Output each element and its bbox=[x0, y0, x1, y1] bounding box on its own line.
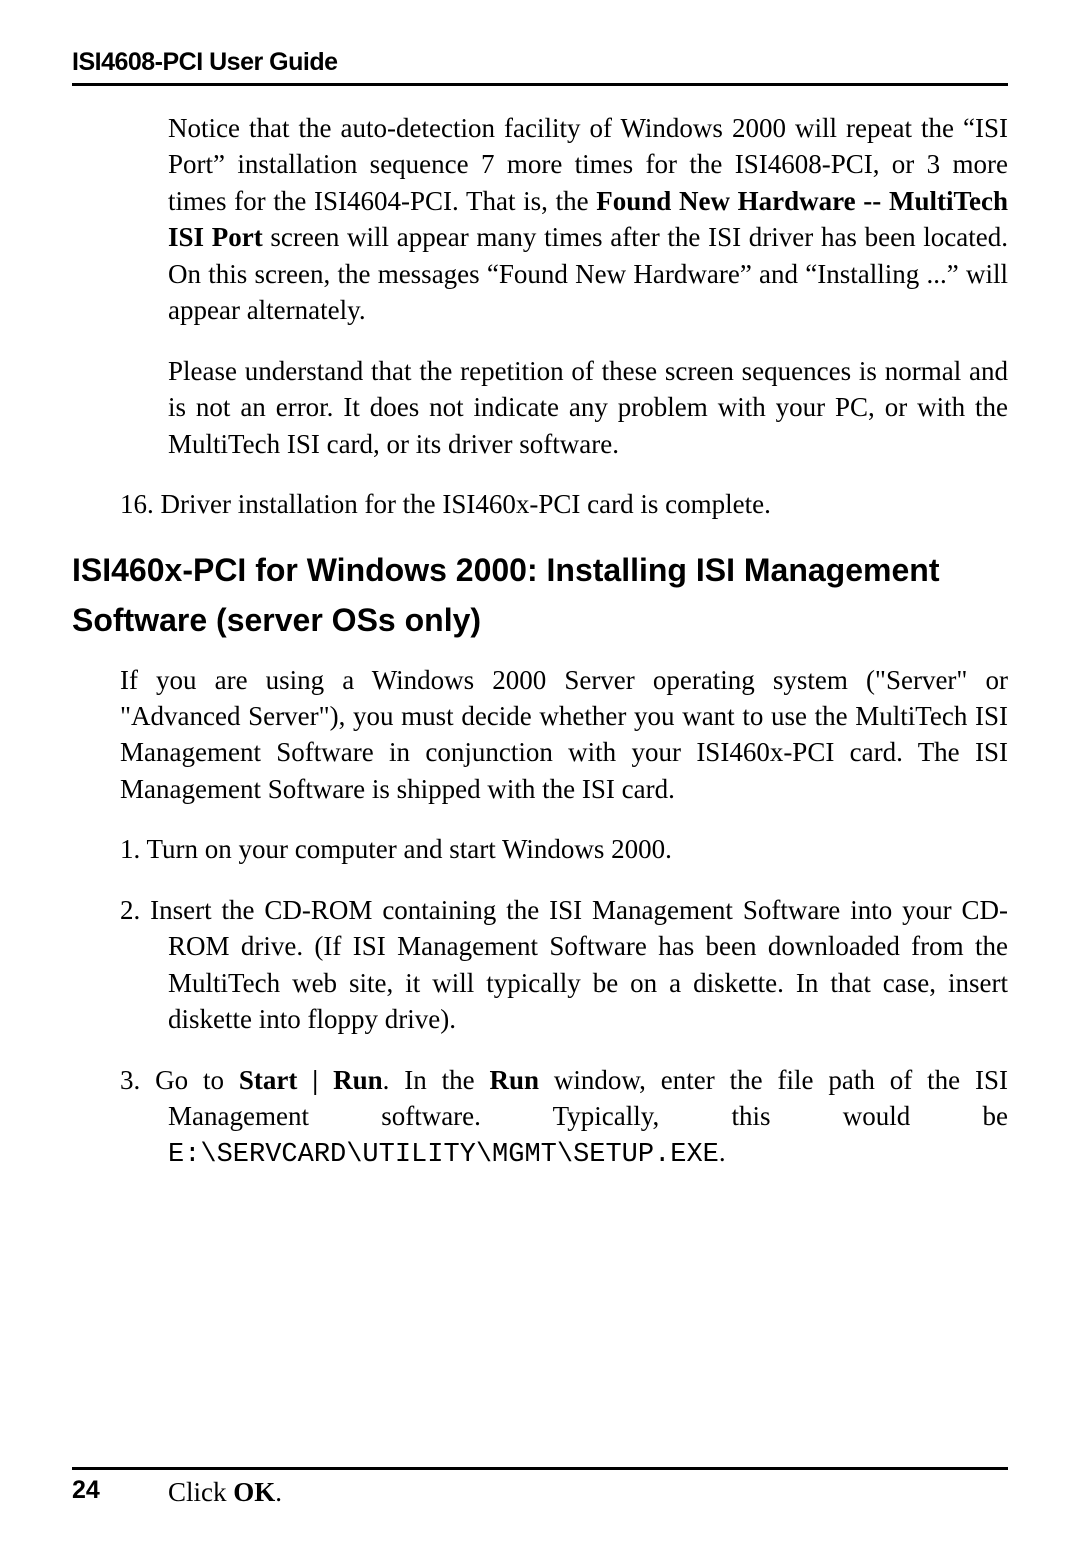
section-heading-text: ISI460x-PCI for Windows 2000: Installing… bbox=[72, 552, 939, 638]
s3-mono: E:\SERVCARD\UTILITY\MGMT\SETUP.EXE bbox=[168, 1140, 719, 1170]
intro-text: If you are using a Windows 2000 Server o… bbox=[120, 665, 1008, 804]
s3-bold2: Run bbox=[490, 1065, 540, 1095]
step-2-text: 2. Insert the CD-ROM containing the ISI … bbox=[120, 895, 1008, 1034]
step-1-text: 1. Turn on your computer and start Windo… bbox=[120, 834, 672, 864]
step-16: 16. Driver installation for the ISI460x-… bbox=[120, 486, 1008, 522]
p2-text: Please understand that the repetition of… bbox=[168, 356, 1008, 459]
intro-paragraph: If you are using a Windows 2000 Server o… bbox=[120, 662, 1008, 808]
page-number: 24 bbox=[72, 1476, 100, 1504]
step-1: 1. Turn on your computer and start Windo… bbox=[120, 831, 1008, 867]
step-2: 2. Insert the CD-ROM containing the ISI … bbox=[120, 892, 1008, 1038]
s3-bold1: Start | Run bbox=[239, 1065, 383, 1095]
s3-d: . bbox=[719, 1137, 726, 1167]
section-heading: ISI460x-PCI for Windows 2000: Installing… bbox=[72, 546, 1008, 645]
page-header: ISI4608-PCI User Guide bbox=[72, 48, 1008, 86]
s3-b: . In the bbox=[383, 1065, 490, 1095]
s3-a: 3. Go to bbox=[120, 1065, 239, 1095]
paragraph-auto-detection: Notice that the auto-detection facility … bbox=[168, 110, 1008, 329]
step-3: 3. Go to Start | Run. In the Run window,… bbox=[120, 1062, 1008, 1174]
p3-text: 16. Driver installation for the ISI460x-… bbox=[120, 489, 771, 519]
header-title: ISI4608-PCI User Guide bbox=[72, 48, 338, 76]
page-footer: 24 bbox=[72, 1467, 1008, 1505]
p1-text-b: screen will appear many times after the … bbox=[168, 222, 1008, 325]
paragraph-repetition-note: Please understand that the repetition of… bbox=[168, 353, 1008, 462]
